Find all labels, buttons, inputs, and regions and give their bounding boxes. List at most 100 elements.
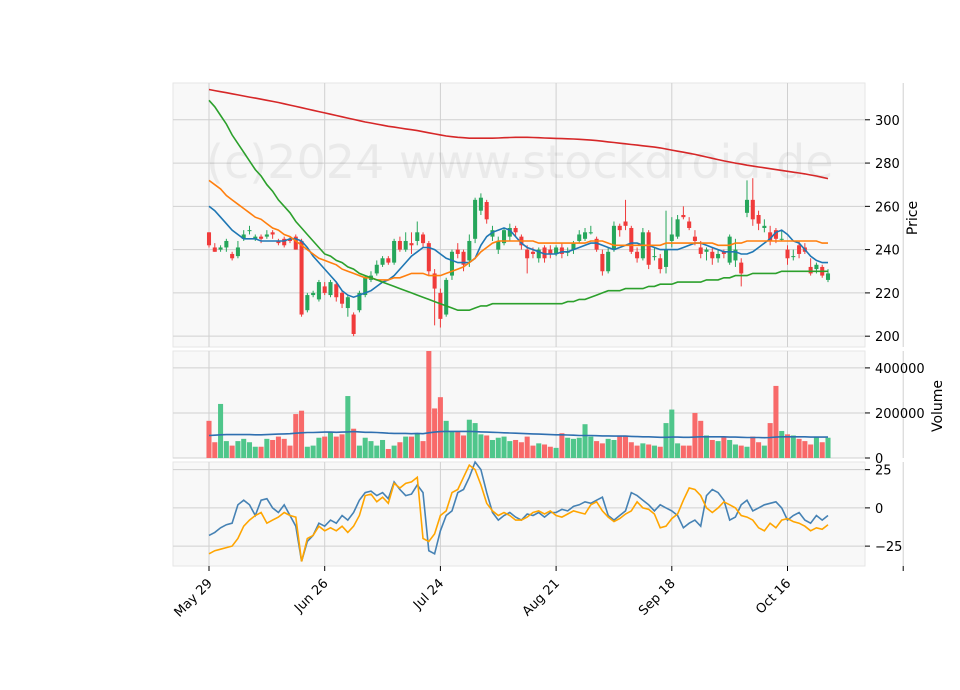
candle-body <box>675 219 680 237</box>
candle-body <box>415 232 420 241</box>
volume-bar <box>293 414 299 458</box>
volume-bar <box>385 448 391 458</box>
candle-body <box>299 240 304 315</box>
price-tick-label: 260 <box>875 200 900 215</box>
volume-bar <box>663 423 669 458</box>
volume-bar <box>565 437 571 458</box>
volume-bar <box>327 432 334 458</box>
volume-bar <box>478 434 484 458</box>
volume-bar <box>779 430 785 458</box>
candle-body <box>808 266 813 274</box>
volume-bar <box>414 433 420 458</box>
volume-bar <box>675 443 681 458</box>
candle-body <box>311 292 316 296</box>
candle-body <box>814 264 819 270</box>
volume-bar <box>744 446 750 458</box>
volume-bar <box>356 445 362 458</box>
volume-bar <box>756 442 762 458</box>
volume-bar <box>657 446 663 458</box>
price-tick-label: 240 <box>875 244 900 259</box>
volume-bar <box>715 441 721 458</box>
candle-body <box>478 197 483 211</box>
candle-body <box>374 264 379 274</box>
volume-bar <box>680 445 686 458</box>
candle-body <box>328 282 333 296</box>
volume-bar <box>686 445 692 458</box>
volume-bar <box>732 444 738 458</box>
volume-bar <box>646 444 652 458</box>
volume-bar <box>206 420 212 458</box>
candle-body <box>316 282 321 300</box>
candle-body <box>629 227 634 252</box>
volume-bar <box>420 441 426 458</box>
volume-bar <box>802 441 808 458</box>
candle-body <box>617 225 622 231</box>
volume-bar <box>553 447 559 458</box>
oscillator-panel <box>172 461 866 567</box>
volume-bar <box>698 420 704 458</box>
candle-body <box>623 221 628 226</box>
volume-bar <box>784 434 791 458</box>
volume-bar <box>432 408 438 458</box>
volume-bar <box>773 385 779 458</box>
volume-bar <box>408 436 415 458</box>
candle-body <box>577 234 582 241</box>
volume-bar <box>536 443 542 458</box>
volume-bar <box>651 445 657 458</box>
candle-body <box>663 249 669 267</box>
volume-bar <box>258 446 264 458</box>
volume-bar <box>252 446 258 458</box>
x-tick-label: May 29 <box>172 576 216 620</box>
candle-body <box>530 251 535 254</box>
volume-bar <box>275 436 281 458</box>
volume-bar <box>397 442 403 458</box>
volume-bar <box>466 419 472 458</box>
volume-bar <box>484 435 490 458</box>
volume-bar <box>582 424 588 458</box>
volume-bar <box>501 436 507 458</box>
candle-body <box>334 284 339 298</box>
candle-body <box>230 253 235 259</box>
candle-body <box>264 234 269 237</box>
volume-bar <box>299 410 305 458</box>
volume-bar <box>316 437 322 458</box>
volume-bar <box>246 442 253 458</box>
candle-body <box>473 199 478 239</box>
volume-bar <box>669 409 675 458</box>
candle-body <box>635 251 640 259</box>
volume-bar <box>825 437 831 458</box>
volume-bar <box>594 441 600 458</box>
volume-bar <box>461 435 467 458</box>
volume-bar <box>426 351 432 458</box>
candle-body <box>692 236 697 241</box>
volume-bar <box>368 441 374 458</box>
candle-body <box>669 234 674 241</box>
volume-bar <box>518 442 524 458</box>
volume-bar <box>524 436 530 458</box>
volume-bar <box>622 435 629 458</box>
volume-bar <box>310 445 316 458</box>
volume-bar <box>767 423 773 458</box>
candle-body <box>756 215 761 224</box>
candle-body <box>797 245 802 254</box>
candle-body <box>322 286 327 293</box>
candle-body <box>235 247 240 257</box>
volume-bar <box>634 445 640 458</box>
candle-body <box>224 240 229 248</box>
volume-bar <box>472 423 478 458</box>
volume-bar <box>437 397 443 458</box>
price-tick-label: 280 <box>875 157 900 172</box>
volume-bar <box>640 443 646 458</box>
candle-body <box>345 297 350 309</box>
candle-body <box>409 243 414 246</box>
volume-bar <box>391 445 397 458</box>
volume-bar <box>570 438 576 458</box>
candle-body <box>646 232 651 265</box>
oscillator-tick-label: 25 <box>875 464 892 479</box>
x-tick-label: Jul 24 <box>410 576 447 613</box>
oscillator-tick-label: −25 <box>875 540 902 555</box>
volume-bar <box>218 403 224 458</box>
volume-bar <box>709 439 715 458</box>
candle-body <box>750 199 755 220</box>
volume-bar <box>559 433 565 458</box>
